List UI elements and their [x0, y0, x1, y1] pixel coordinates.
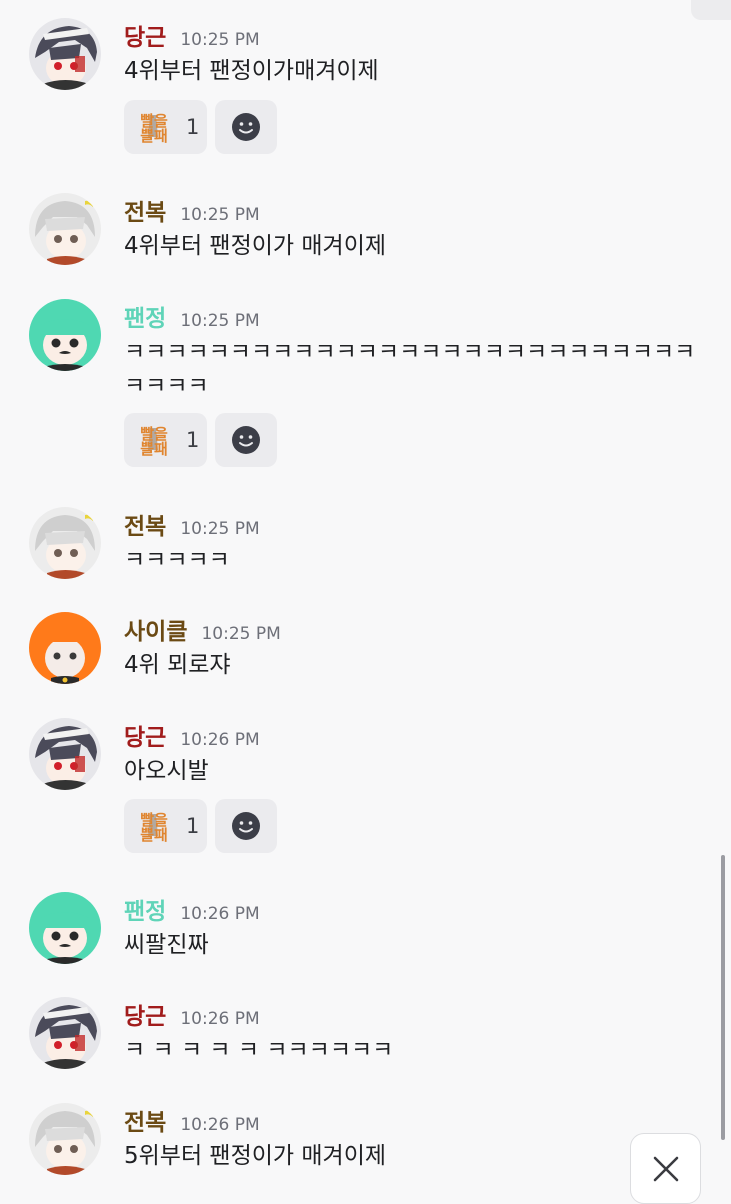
- message-header: 당근 10:26 PM: [124, 718, 260, 754]
- avatar-paenjeong[interactable]: [29, 299, 101, 371]
- avatar-dangeun[interactable]: [29, 718, 101, 790]
- message-text: 4위부터 팬정이가매겨이제: [124, 58, 379, 84]
- author-name[interactable]: 팬정: [124, 299, 166, 333]
- message-header: 전복 10:25 PM: [124, 193, 260, 229]
- timestamp: 10:26 PM: [180, 730, 260, 750]
- author-name[interactable]: 전복: [124, 193, 166, 227]
- message-text: 4위부터 팬정이가 매겨이제: [124, 233, 387, 259]
- close-x-icon: [653, 1156, 678, 1181]
- close-button[interactable]: [630, 1133, 701, 1204]
- author-name[interactable]: 전복: [124, 1103, 166, 1137]
- message-header: 사이클 10:25 PM: [124, 612, 281, 648]
- custom-emoji-icon: 빨을 쁠패: [134, 420, 174, 460]
- timestamp: 10:26 PM: [180, 904, 260, 924]
- message-header: 팬정 10:25 PM: [124, 299, 260, 335]
- message-header: 당근 10:25 PM: [124, 18, 260, 54]
- message-header: 전복 10:25 PM: [124, 507, 260, 543]
- message-header: 팬정 10:26 PM: [124, 892, 260, 928]
- message-text: 씨팔진짜: [124, 932, 209, 958]
- author-name[interactable]: 당근: [124, 997, 166, 1031]
- reaction-bar: 빨을 쁠패 1: [124, 100, 277, 154]
- timestamp: 10:25 PM: [180, 311, 260, 331]
- avatar-cycle[interactable]: [29, 612, 101, 684]
- message-text: 5위부터 팬정이가 매겨이제: [124, 1143, 387, 1169]
- reaction-bar: 빨을 쁠패 1: [124, 799, 277, 853]
- reaction-chip[interactable]: 빨을 쁠패 1: [124, 799, 207, 853]
- message-feed: 당근 10:25 PM 4위부터 팬정이가매겨이제 빨을 쁠패 1 전복 10:…: [0, 0, 731, 1200]
- author-name[interactable]: 전복: [124, 507, 166, 541]
- timestamp: 10:25 PM: [180, 205, 260, 225]
- timestamp: 10:25 PM: [201, 624, 281, 644]
- timestamp: 10:26 PM: [180, 1009, 260, 1029]
- smiley-icon: [232, 113, 260, 141]
- add-reaction-button[interactable]: [215, 100, 277, 154]
- message-text: ㅋ ㅋ ㅋ ㅋ ㅋ ㅋㅋㅋㅋㅋㅋ: [124, 1037, 394, 1063]
- avatar-dangeun[interactable]: [29, 997, 101, 1069]
- svg-text:쁠패: 쁠패: [140, 127, 168, 145]
- author-name[interactable]: 사이클: [124, 612, 187, 646]
- avatar-dangeun[interactable]: [29, 18, 101, 90]
- author-name[interactable]: 당근: [124, 718, 166, 752]
- svg-text:쁠패: 쁠패: [140, 826, 168, 844]
- reaction-bar: 빨을 쁠패 1: [124, 413, 277, 467]
- message-text: ㅋㅋㅋㅋㅋ: [124, 547, 230, 573]
- reaction-chip[interactable]: 빨을 쁠패 1: [124, 413, 207, 467]
- smiley-icon: [232, 426, 260, 454]
- avatar-jeonbok[interactable]: [29, 1103, 101, 1175]
- message-text: ㅋㅋㅋㅋㅋㅋㅋㅋㅋㅋㅋㅋㅋㅋㅋㅋㅋㅋㅋㅋㅋㅋㅋㅋㅋㅋㅋ ㅋㅋㅋㅋ: [124, 339, 696, 399]
- message-header: 당근 10:26 PM: [124, 997, 260, 1033]
- reaction-count: 1: [186, 428, 200, 452]
- reaction-count: 1: [186, 115, 200, 139]
- svg-text:쁠패: 쁠패: [140, 440, 168, 458]
- custom-emoji-icon: 빨을 쁠패: [134, 806, 174, 846]
- reaction-chip[interactable]: 빨을 쁠패 1: [124, 100, 207, 154]
- smiley-icon: [232, 812, 260, 840]
- timestamp: 10:26 PM: [180, 1115, 260, 1135]
- add-reaction-button[interactable]: [215, 799, 277, 853]
- author-name[interactable]: 팬정: [124, 892, 166, 926]
- scrollbar[interactable]: [721, 855, 725, 1140]
- message-text: 아오시발: [124, 758, 209, 784]
- avatar-paenjeong[interactable]: [29, 892, 101, 964]
- custom-emoji-icon: 빨을 쁠패: [134, 107, 174, 147]
- add-reaction-button[interactable]: [215, 413, 277, 467]
- message-header: 전복 10:26 PM: [124, 1103, 260, 1139]
- author-name[interactable]: 당근: [124, 18, 166, 52]
- message-text: 4위 뫼로쟈: [124, 652, 231, 678]
- timestamp: 10:25 PM: [180, 30, 260, 50]
- reaction-count: 1: [186, 814, 200, 838]
- timestamp: 10:25 PM: [180, 519, 260, 539]
- avatar-jeonbok[interactable]: [29, 507, 101, 579]
- avatar-jeonbok[interactable]: [29, 193, 101, 265]
